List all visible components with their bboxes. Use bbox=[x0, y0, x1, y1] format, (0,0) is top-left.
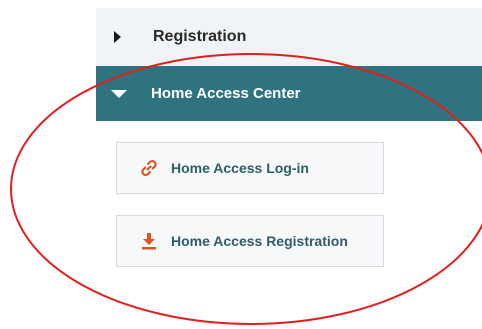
download-icon bbox=[139, 231, 159, 251]
home-access-login-label: Home Access Log-in bbox=[171, 160, 309, 176]
caret-down-icon bbox=[111, 89, 127, 98]
link-icon bbox=[139, 158, 159, 178]
home-access-registration-label: Home Access Registration bbox=[171, 233, 348, 249]
home-access-registration-button[interactable]: Home Access Registration bbox=[116, 215, 384, 267]
menu-item-home-access-center[interactable]: Home Access Center bbox=[96, 66, 482, 121]
caret-right-icon bbox=[114, 31, 121, 43]
home-access-login-button[interactable]: Home Access Log-in bbox=[116, 142, 384, 194]
menu-item-registration-label: Registration bbox=[153, 28, 247, 45]
page: Registration Home Access Center Home Acc… bbox=[0, 0, 482, 329]
menu-item-home-access-center-label: Home Access Center bbox=[151, 85, 301, 102]
menu-item-registration[interactable]: Registration bbox=[96, 8, 482, 66]
